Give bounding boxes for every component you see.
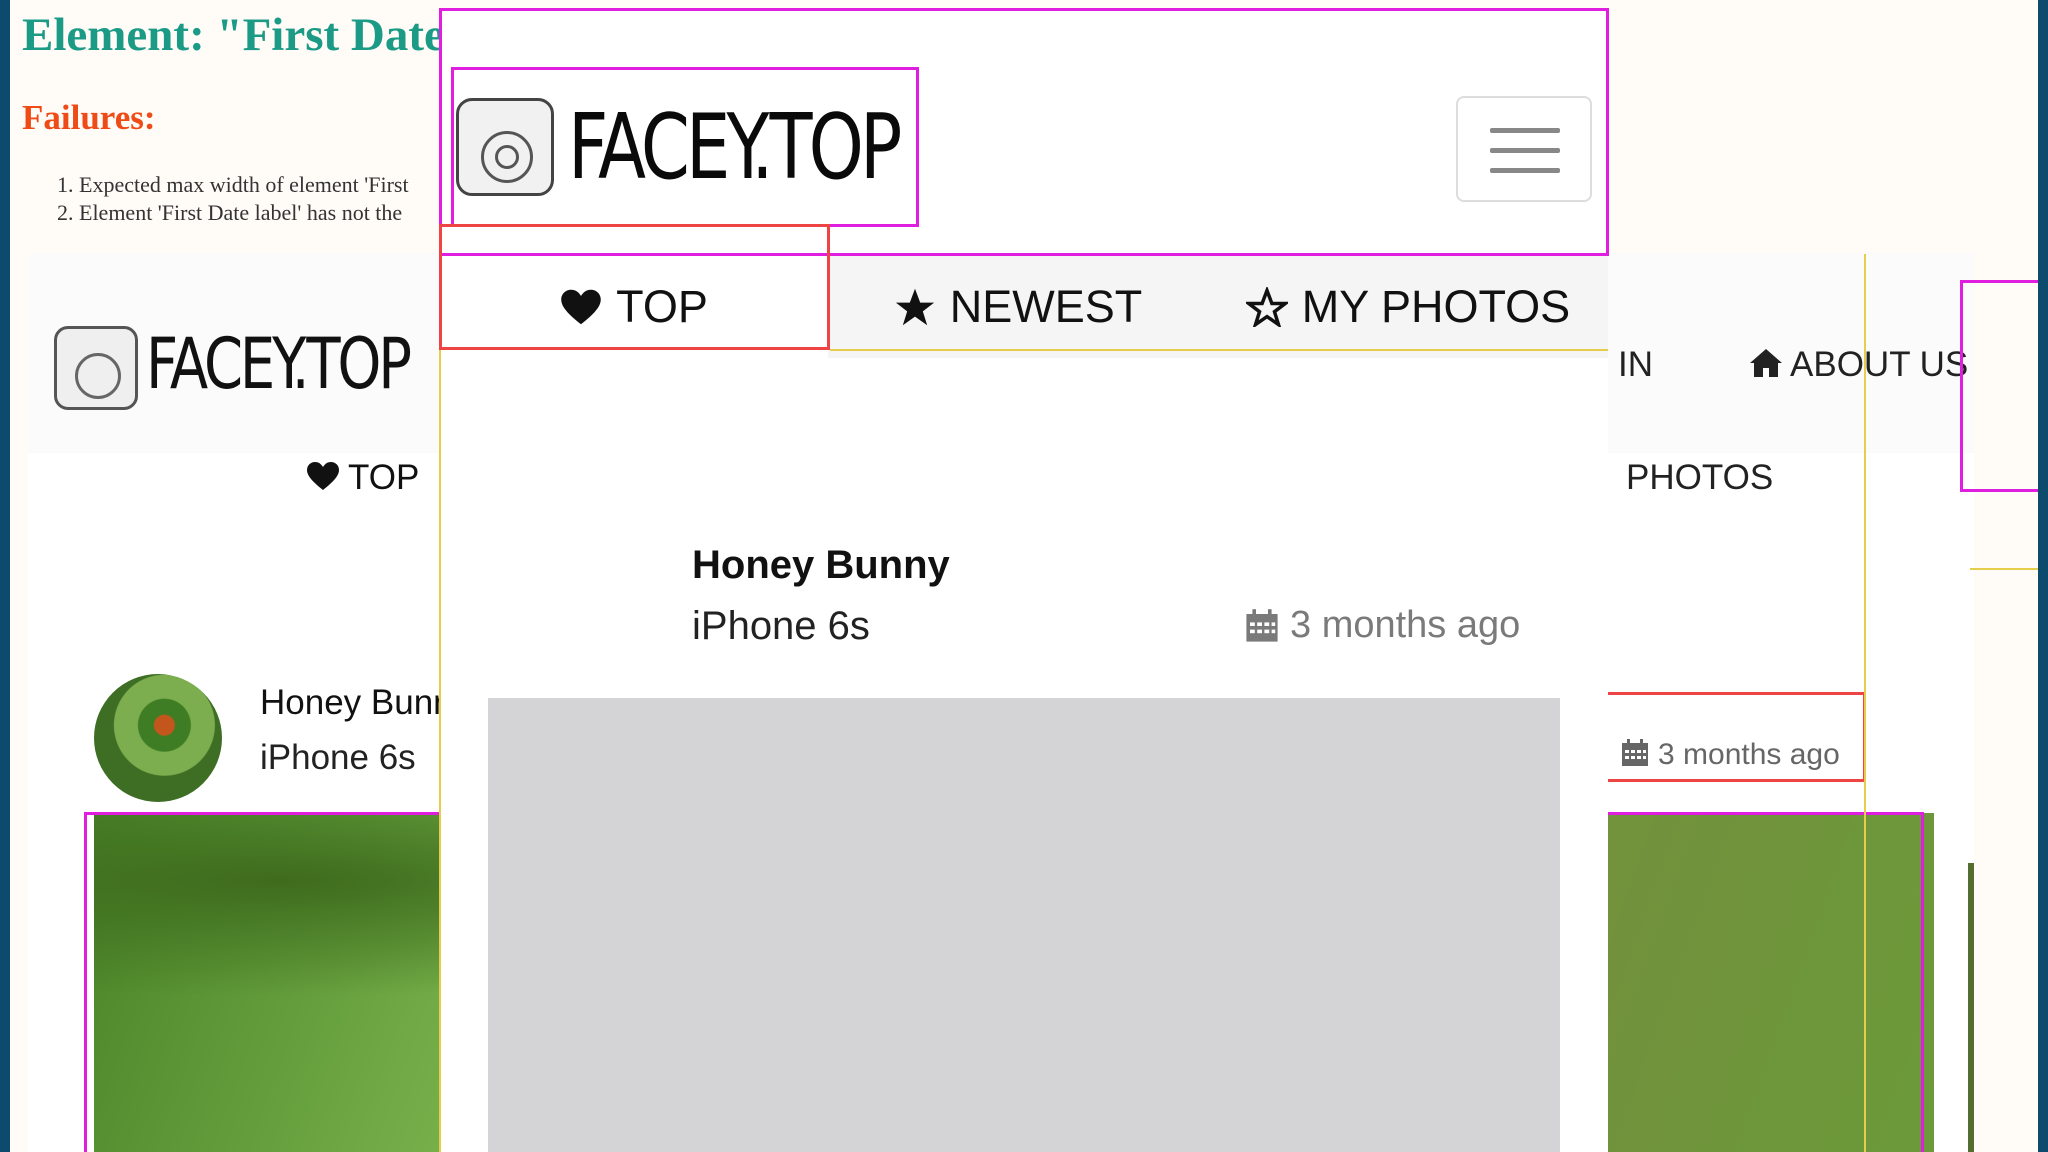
bg-logo-text[interactable]: FACEY.TOP xyxy=(146,323,412,405)
tab-bar: TOP NEWEST MY PHOTOS xyxy=(440,256,1608,358)
mobile-screenshot: FACEY.TOP TOP NEWEST MY PHOTOS Honey Bun… xyxy=(440,8,1608,1152)
bg-nav-sign-in[interactable]: IN xyxy=(1618,345,1653,385)
failures-list: 1. Expected max width of element 'First … xyxy=(57,171,409,227)
camera-logo-icon xyxy=(456,98,554,196)
bg-tab-top[interactable]: TOP xyxy=(306,458,419,498)
camera-logo-icon xyxy=(54,326,138,410)
failure-item: 2. Element 'First Date label' has not th… xyxy=(57,200,403,225)
calendar-icon xyxy=(1622,739,1648,766)
bg-nav-about[interactable]: ABOUT US xyxy=(1748,345,1968,385)
tab-label: TOP xyxy=(616,281,708,332)
post-date-text: 3 months ago xyxy=(1290,604,1521,646)
bg-post-user: Honey Bunn xyxy=(260,683,453,722)
bg-tab-photos[interactable]: PHOTOS xyxy=(1626,458,1773,498)
post-photo-placeholder xyxy=(488,698,1560,1152)
hamburger-menu-button[interactable] xyxy=(1456,96,1592,202)
guide-line xyxy=(1970,568,2038,570)
failure-item: 1. Expected max width of element 'First xyxy=(57,172,409,197)
calendar-icon xyxy=(1246,608,1278,642)
tab-label: MY PHOTOS xyxy=(1301,281,1571,332)
avatar xyxy=(94,674,222,802)
star-outline-icon xyxy=(1245,287,1288,327)
tab-my-photos[interactable]: MY PHOTOS xyxy=(1208,256,1608,358)
home-icon xyxy=(1750,349,1782,377)
post-user-name[interactable]: Honey Bunny xyxy=(692,543,950,588)
star-filled-icon xyxy=(895,288,934,326)
bg-post-device: iPhone 6s xyxy=(260,738,416,777)
tab-top[interactable]: TOP xyxy=(440,256,828,358)
tab-label: NEWEST xyxy=(949,281,1143,332)
hamburger-icon xyxy=(1490,148,1560,153)
bg-post-date: 3 months ago xyxy=(1620,738,1840,772)
hamburger-icon xyxy=(1490,168,1560,173)
photo-edge xyxy=(1968,863,1974,1152)
post-device: iPhone 6s xyxy=(692,604,870,648)
heart-icon xyxy=(561,289,601,325)
report-title: Element: "First Date xyxy=(22,9,445,61)
tab-newest[interactable]: NEWEST xyxy=(828,256,1208,358)
hamburger-icon xyxy=(1490,128,1560,133)
post-date: 3 months ago xyxy=(1244,604,1520,647)
heart-icon xyxy=(307,462,339,490)
mobile-logo-text[interactable]: FACEY.TOP xyxy=(568,95,902,200)
failures-heading: Failures: xyxy=(22,98,156,137)
